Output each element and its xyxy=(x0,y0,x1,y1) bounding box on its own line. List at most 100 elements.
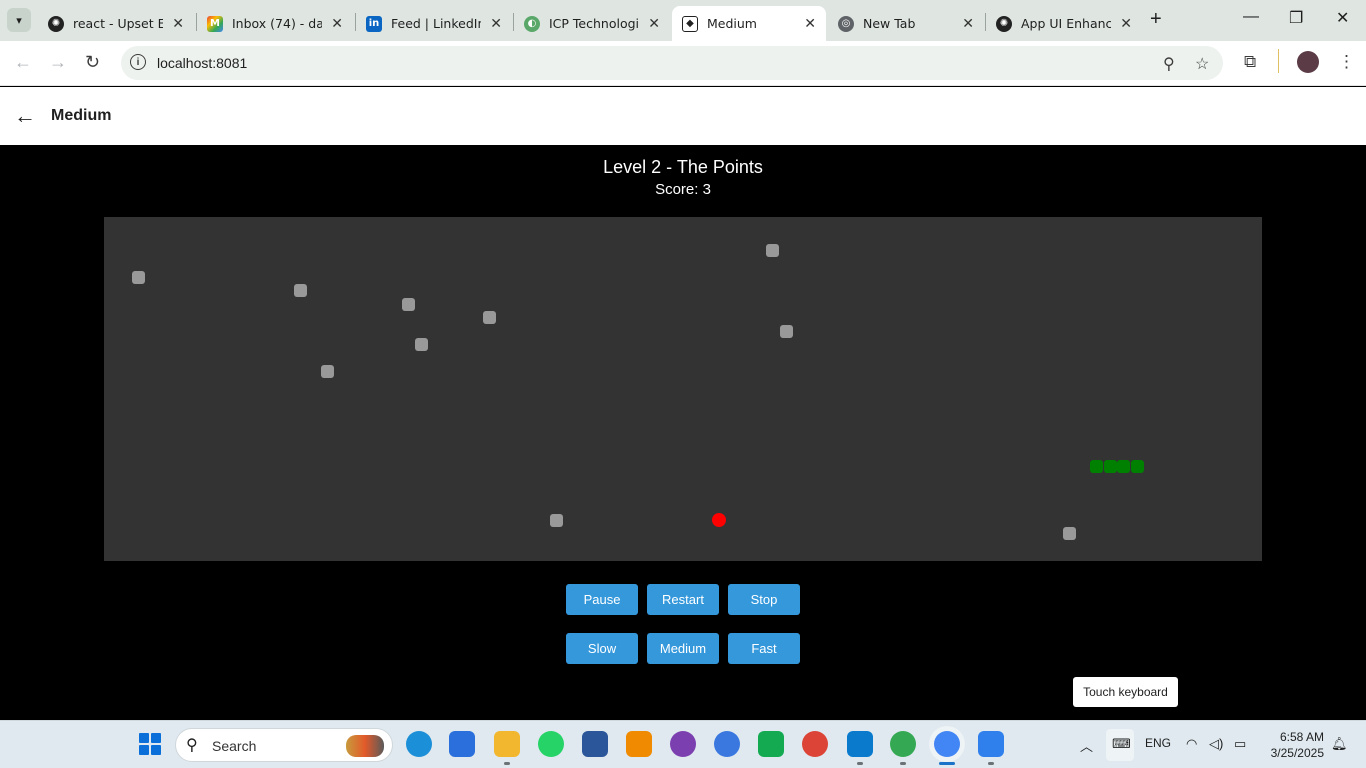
openai-icon: ✺ xyxy=(48,15,64,32)
close-tab-icon[interactable]: ✕ xyxy=(804,16,816,32)
score-label: Score: 3 xyxy=(655,181,711,198)
browser-toolbar: ← → ↻ i localhost:8081 ⚲ ☆ ⧉ ⋮ xyxy=(0,41,1366,86)
search-icon: ⚲ xyxy=(186,737,198,754)
store-icon[interactable] xyxy=(449,731,475,757)
slow-speed-button[interactable]: Slow xyxy=(566,633,638,664)
wifi-icon[interactable]: ◠ xyxy=(1186,736,1197,752)
obstacle-block xyxy=(320,365,334,379)
word-icon[interactable] xyxy=(582,731,608,757)
language-indicator[interactable]: ENG xyxy=(1145,736,1171,750)
notepad-icon[interactable] xyxy=(978,731,1004,757)
close-window-icon[interactable]: ✕ xyxy=(1336,8,1349,28)
running-indicator xyxy=(504,762,510,765)
fast-speed-button[interactable]: Fast xyxy=(728,633,800,664)
stop-button[interactable]: Stop xyxy=(728,584,800,615)
obstacle-block xyxy=(1063,527,1077,541)
github-desktop-icon[interactable] xyxy=(670,731,696,757)
windows-taskbar: ⚲ Search ︿ ⌨ ENG ◠ ◁) ▭ 6:58 AM 3/25/202… xyxy=(0,720,1366,768)
openai-icon: ✺ xyxy=(996,15,1012,32)
level-title: Level 2 - The Points xyxy=(603,157,763,177)
obstacle-block xyxy=(131,270,145,284)
clock-date: 3/25/2025 xyxy=(1270,746,1324,760)
tab-linkedin[interactable]: in Feed | LinkedIn ✕ xyxy=(356,6,512,41)
vlc-icon[interactable] xyxy=(626,731,652,757)
obstacle-block xyxy=(415,338,429,352)
obstacle-block xyxy=(293,284,307,298)
chrome-profile-icon[interactable] xyxy=(890,731,916,757)
file-explorer-icon[interactable] xyxy=(494,731,520,757)
snake-segment xyxy=(1117,459,1131,473)
chrome-active-icon[interactable] xyxy=(934,731,960,757)
gmail-icon: M xyxy=(207,15,223,32)
app-header: ← Medium xyxy=(0,87,1366,145)
obstacle-block xyxy=(550,513,564,527)
page-title: Medium xyxy=(51,107,112,124)
obstacle-block xyxy=(482,311,496,325)
obstacle-block xyxy=(779,324,793,338)
app-icon[interactable] xyxy=(714,731,740,757)
menu-kebab-icon[interactable]: ⋮ xyxy=(1338,52,1355,72)
extensions-icon[interactable]: ⧉ xyxy=(1244,52,1256,72)
tab-new-tab[interactable]: ◎ New Tab ✕ xyxy=(828,6,984,41)
clock-time: 6:58 AM xyxy=(1279,730,1324,744)
tab-icp[interactable]: ◐ ICP Technologie ✕ xyxy=(514,6,670,41)
close-tab-icon[interactable]: ✕ xyxy=(962,16,974,32)
tab-app-ui[interactable]: ✺ App UI Enhance ✕ xyxy=(986,6,1142,41)
snake-segment xyxy=(1103,459,1117,473)
clock[interactable]: 6:58 AM 3/25/2025 xyxy=(1262,729,1324,761)
touch-keyboard-tooltip: Touch keyboard xyxy=(1073,677,1178,707)
show-hidden-icons-icon[interactable]: ︿ xyxy=(1080,736,1093,755)
address-bar[interactable]: i localhost:8081 ⚲ ☆ xyxy=(121,46,1223,80)
snake-segment xyxy=(1090,459,1104,473)
tab-search-dropdown-icon[interactable]: ▾ xyxy=(7,8,31,32)
food-dot xyxy=(711,513,726,528)
forward-icon[interactable]: → xyxy=(49,52,67,73)
bookmark-star-icon[interactable]: ☆ xyxy=(1195,54,1209,74)
minimize-icon[interactable]: — xyxy=(1243,8,1259,26)
chrome-icon[interactable] xyxy=(802,731,828,757)
pause-button[interactable]: Pause xyxy=(566,584,638,615)
toolbar-divider xyxy=(1278,49,1279,73)
reload-icon[interactable]: ↻ xyxy=(85,52,100,73)
taskbar-search[interactable]: ⚲ Search xyxy=(175,728,393,762)
zoom-icon[interactable]: ⚲ xyxy=(1163,54,1175,74)
close-tab-icon[interactable]: ✕ xyxy=(172,16,184,32)
icp-icon: ◐ xyxy=(524,15,540,32)
snake-segment xyxy=(1130,459,1144,473)
vscode-icon[interactable] xyxy=(847,731,873,757)
linkedin-icon: in xyxy=(366,15,382,32)
running-indicator xyxy=(900,762,906,765)
touch-keyboard-icon[interactable]: ⌨ xyxy=(1112,736,1131,752)
medium-icon: ◆ xyxy=(682,15,698,32)
notifications-icon[interactable]: 🔔︎ xyxy=(1331,736,1348,752)
volume-icon[interactable]: ◁) xyxy=(1209,736,1223,752)
restart-button[interactable]: Restart xyxy=(647,584,719,615)
running-indicator xyxy=(939,762,955,765)
profile-avatar[interactable] xyxy=(1297,51,1319,73)
browser-tab-bar: ▾ ✺ react - Upset Exp ✕ M Inbox (74) - d… xyxy=(0,0,1366,41)
windows-start-icon[interactable] xyxy=(139,733,161,755)
whatsapp-icon[interactable] xyxy=(538,731,564,757)
running-indicator xyxy=(857,762,863,765)
site-info-icon[interactable]: i xyxy=(130,54,146,70)
restore-icon[interactable]: ❐ xyxy=(1289,8,1303,28)
close-tab-icon[interactable]: ✕ xyxy=(490,16,502,32)
new-tab-icon[interactable]: + xyxy=(1150,8,1162,31)
tab-react[interactable]: ✺ react - Upset Exp ✕ xyxy=(38,6,194,41)
back-icon[interactable]: ← xyxy=(14,52,32,73)
search-highlight-icon xyxy=(346,735,384,757)
running-indicator xyxy=(988,762,994,765)
mongodb-icon[interactable] xyxy=(758,731,784,757)
back-arrow-icon[interactable]: ← xyxy=(14,103,36,129)
obstacle-block xyxy=(401,297,415,311)
address-url[interactable]: localhost:8081 xyxy=(157,55,247,71)
close-tab-icon[interactable]: ✕ xyxy=(1120,16,1132,32)
close-tab-icon[interactable]: ✕ xyxy=(648,16,660,32)
medium-speed-button[interactable]: Medium xyxy=(647,633,719,664)
battery-icon[interactable]: ▭ xyxy=(1234,736,1246,752)
tab-medium[interactable]: ◆ Medium ✕ xyxy=(672,6,826,41)
edge-icon[interactable] xyxy=(406,731,432,757)
close-tab-icon[interactable]: ✕ xyxy=(331,16,343,32)
tab-gmail[interactable]: M Inbox (74) - dan ✕ xyxy=(197,6,353,41)
game-board[interactable] xyxy=(104,217,1262,561)
